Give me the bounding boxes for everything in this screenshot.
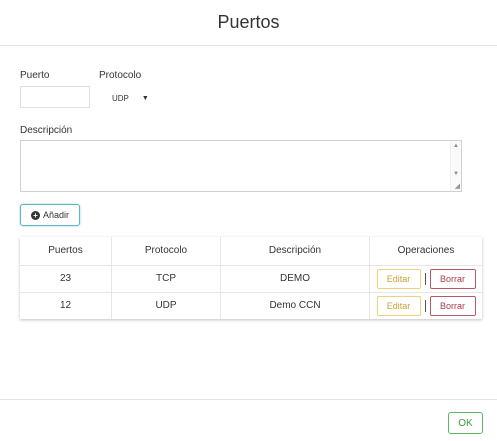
cell-port: 12 (20, 292, 112, 319)
cell-operations: Editar Borrar (370, 265, 483, 292)
cell-description: DEMO (220, 265, 370, 292)
delete-button[interactable]: Borrar (429, 295, 476, 316)
protocol-select[interactable]: UDP ▼ (112, 94, 149, 103)
dialog-header: Puertos (0, 0, 497, 46)
cell-protocol: UDP (111, 292, 221, 319)
dialog-footer: OK (0, 399, 497, 441)
ok-button[interactable]: OK (448, 412, 483, 434)
cell-protocol: TCP (111, 265, 221, 292)
port-label: Puerto (20, 70, 50, 81)
edit-button[interactable]: Editar (376, 295, 421, 316)
caret-down-icon: ▼ (141, 95, 149, 102)
description-label: Descripción (20, 125, 73, 136)
ports-dialog: Puertos Puerto Protocolo UDP ▼ Descripci… (0, 0, 497, 441)
protocol-label: Protocolo (99, 70, 142, 81)
column-header-description: Descripción (220, 237, 370, 265)
port-input[interactable] (20, 86, 90, 108)
protocol-selected-value: UDP (112, 94, 129, 103)
column-header-operations: Operaciones (397, 245, 455, 257)
add-button[interactable]: + Añadir (20, 204, 80, 226)
table-row: 12 UDP Demo CCN Editar Borrar (20, 292, 482, 319)
resize-grip-icon[interactable]: ◢ (455, 182, 460, 190)
ports-table: Puertos Protocolo Descripción Operacione… (20, 237, 482, 319)
cell-operations: Editar Borrar (370, 292, 483, 319)
operations-separator (424, 299, 426, 312)
arrow-up-icon[interactable]: ▲ (453, 143, 459, 149)
column-header-ports: Puertos (20, 237, 112, 265)
table-row: 23 TCP DEMO Editar Borrar (20, 265, 482, 292)
dialog-title: Puertos (217, 12, 280, 32)
delete-button[interactable]: Borrar (429, 268, 476, 289)
edit-button[interactable]: Editar (376, 268, 421, 289)
cell-description: Demo CCN (220, 292, 370, 319)
textarea-scrollbar[interactable]: ▲ ▼ ◢ (450, 141, 461, 191)
operations-separator (424, 272, 426, 285)
cell-port: 23 (20, 265, 112, 292)
plus-circle-icon: + (30, 210, 40, 220)
description-textarea[interactable]: ▲ ▼ ◢ (20, 140, 462, 192)
table-header-row: Puertos Protocolo Descripción Operacione… (20, 237, 482, 265)
arrow-down-icon[interactable]: ▼ (453, 171, 459, 177)
column-header-protocol: Protocolo (111, 237, 221, 265)
add-button-label: Añadir (42, 210, 69, 220)
